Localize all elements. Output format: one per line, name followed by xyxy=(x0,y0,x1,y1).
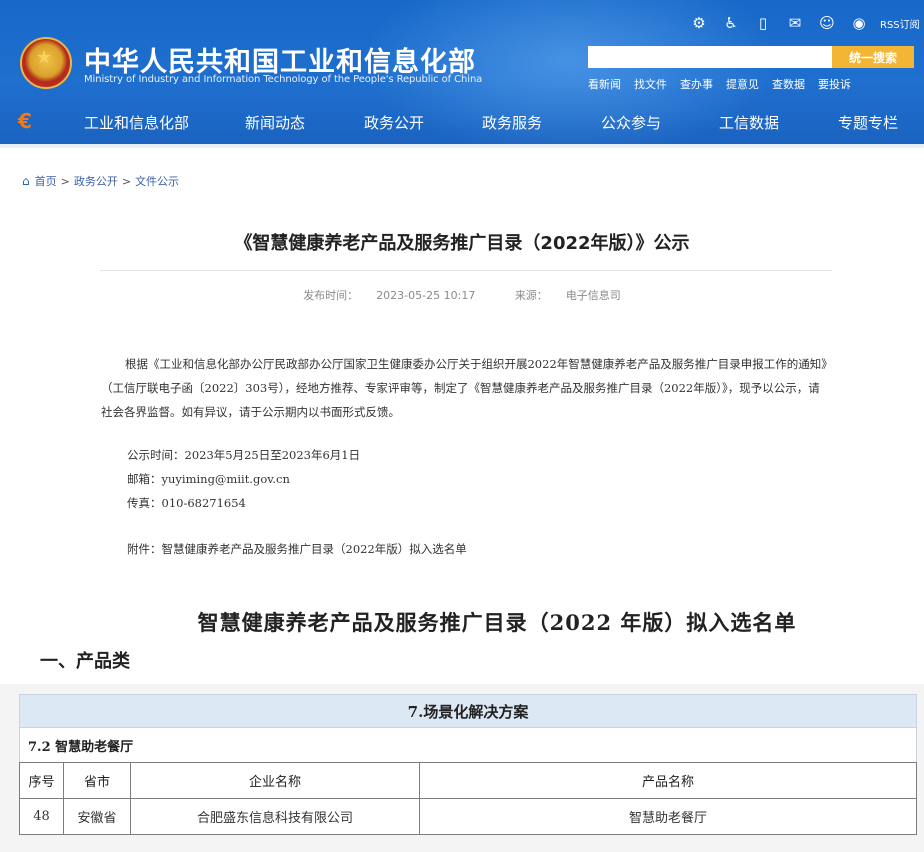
site-header: ★ 中华人民共和国工业和信息化部 Ministry of Industry an… xyxy=(0,0,924,148)
quick-link-files[interactable]: 找文件 xyxy=(634,76,667,92)
product-table: 序号 省市 企业名称 产品名称 48 安徽省 合肥盛东信息科技有限公司 智慧助老… xyxy=(19,762,917,835)
breadcrumb-separator: > xyxy=(60,174,70,188)
cell-company: 合肥盛东信息科技有限公司 xyxy=(130,798,420,835)
section-title: 一、产品类 xyxy=(40,651,130,672)
cell-product: 智慧助老餐厅 xyxy=(419,798,917,835)
table-row: 48 安徽省 合肥盛东信息科技有限公司 智慧助老餐厅 xyxy=(19,798,917,835)
article-body: 根据《工业和信息化部办公厅民政部办公厅国家卫生健康委办公厅关于组织开展2022年… xyxy=(101,357,828,419)
national-emblem-icon: ★ xyxy=(20,37,72,89)
search-input[interactable] xyxy=(588,46,832,68)
cell-no: 48 xyxy=(19,798,64,835)
publish-label: 发布时间： xyxy=(303,289,359,302)
quick-link-data[interactable]: 查数据 xyxy=(772,76,805,92)
breadcrumb-file-notice[interactable]: 文件公示 xyxy=(135,173,179,189)
home-icon: ⌂ xyxy=(22,174,30,188)
article-title: 《智慧健康养老产品及服务推广目录（2022年版）》公示 xyxy=(234,233,690,254)
article-meta: 发布时间： 2023-05-25 10:17 来源： 电子信息司 xyxy=(0,287,924,303)
quick-link-complaint[interactable]: 要投诉 xyxy=(818,76,851,92)
attachment-link[interactable]: 附件：智慧健康养老产品及服务推广目录（2022年版）拟入选名单 xyxy=(127,541,467,557)
list-title-wrap: 智慧健康养老产品及服务推广目录（2022 年版）拟入选名单 xyxy=(0,607,924,637)
col-no-header: 序号 xyxy=(19,762,64,799)
quick-link-feedback[interactable]: 提意见 xyxy=(726,76,759,92)
nav-item-gov-services[interactable]: 政务服务 xyxy=(482,112,542,133)
col-product-header: 产品名称 xyxy=(419,762,917,799)
contact-email: 邮箱：yuyiming@miit.gov.cn xyxy=(127,472,290,486)
list-title: 智慧健康养老产品及服务推广目录（2022 年版）拟入选名单 xyxy=(197,610,797,635)
nav-item-topics[interactable]: 专题专栏 xyxy=(838,112,898,133)
header-divider xyxy=(0,144,924,148)
title-divider xyxy=(100,270,832,271)
accessibility-icon[interactable]: ♿ xyxy=(720,13,742,33)
nav-item-news[interactable]: 新闻动态 xyxy=(245,112,305,133)
sub-header: 7.2 智慧助老餐厅 xyxy=(19,728,917,762)
publish-time: 发布时间： 2023-05-25 10:17 xyxy=(294,289,484,302)
cell-province: 安徽省 xyxy=(63,798,131,835)
contact-fax: 传真：010-68271654 xyxy=(127,496,246,510)
breadcrumb-gov-info[interactable]: 政务公开 xyxy=(74,173,118,189)
nav-item-gov-info[interactable]: 政务公开 xyxy=(364,112,424,133)
mobile-icon[interactable]: ▯ xyxy=(752,13,774,33)
scene-header: 7.场景化解决方案 xyxy=(19,694,917,728)
mail-icon[interactable]: ✉ xyxy=(784,13,806,33)
quick-links: 看新闻 找文件 查办事 提意见 查数据 要投诉 xyxy=(588,76,864,92)
rss-link[interactable]: RSS订阅 xyxy=(880,16,920,31)
col-province-header: 省市 xyxy=(63,762,131,799)
wechat-icon[interactable]: ☺ xyxy=(816,13,838,33)
quick-link-services[interactable]: 查办事 xyxy=(680,76,713,92)
nav-item-ministry[interactable]: 工业和信息化部 xyxy=(84,112,189,133)
notice-period: 公示时间：2023年5月25日至2023年6月1日 xyxy=(127,448,361,462)
robot-icon[interactable]: ⚙ xyxy=(688,13,710,33)
nav-item-data[interactable]: 工信数据 xyxy=(719,112,779,133)
source: 来源： 电子信息司 xyxy=(506,289,630,302)
source-label: 来源： xyxy=(514,289,548,302)
search-button[interactable]: 统一搜索 xyxy=(832,46,914,68)
table-header-row: 序号 省市 企业名称 产品名称 xyxy=(19,762,917,799)
main-nav: € 工业和信息化部 新闻动态 政务公开 政务服务 公众参与 工信数据 专题专栏 xyxy=(0,104,924,140)
breadcrumb-separator: > xyxy=(121,174,132,188)
weibo-icon[interactable]: ◉ xyxy=(848,13,870,33)
quick-link-news[interactable]: 看新闻 xyxy=(588,76,621,92)
source-value: 电子信息司 xyxy=(565,289,621,302)
breadcrumb: ⌂ 首页 > 政务公开 > 文件公示 xyxy=(22,173,179,189)
col-company-header: 企业名称 xyxy=(130,762,420,799)
nav-item-public[interactable]: 公众参与 xyxy=(601,112,661,133)
nav-logo-icon: € xyxy=(18,109,32,133)
publish-value: 2023-05-25 10:17 xyxy=(376,289,476,302)
breadcrumb-home[interactable]: 首页 xyxy=(35,173,57,189)
top-icon-bar: ⚙ ♿ ▯ ✉ ☺ ◉ RSS订阅 xyxy=(688,12,920,34)
site-title-en: Ministry of Industry and Information Tec… xyxy=(84,74,483,85)
